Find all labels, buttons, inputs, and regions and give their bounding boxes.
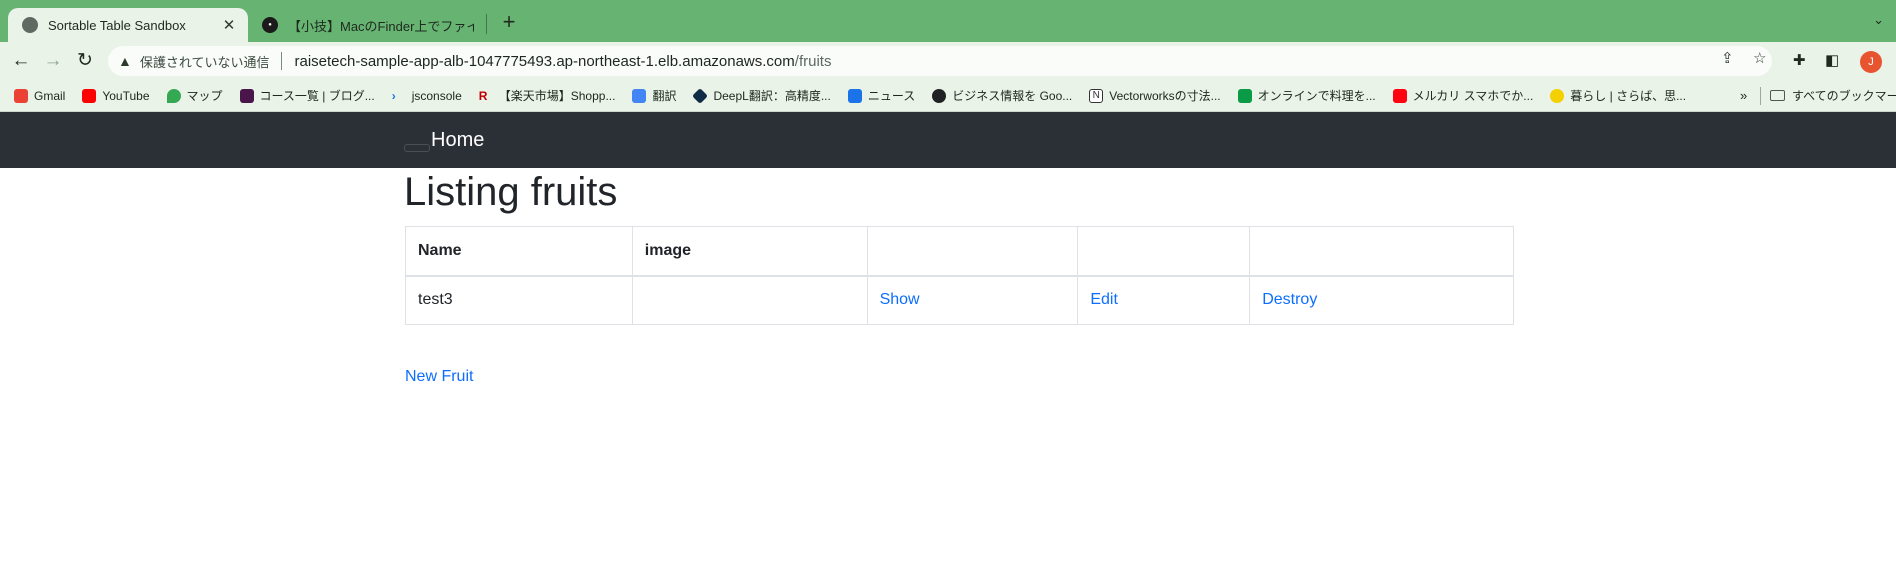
column-header-destroy: [1249, 226, 1514, 277]
tab-strip: Sortable Table Sandbox ✕ ● 【小技】MacのFinde…: [0, 0, 1896, 42]
tab-divider: [486, 14, 487, 34]
edit-link[interactable]: Edit: [1090, 291, 1118, 308]
tab-sortable-table[interactable]: Sortable Table Sandbox ✕: [8, 8, 248, 42]
bookmark-translate[interactable]: 翻訳: [632, 87, 676, 104]
forward-arrow-icon[interactable]: →: [41, 49, 65, 73]
bookmarks-divider: [1760, 87, 1761, 105]
column-header-image: image: [631, 226, 868, 277]
page-title: Listing fruits: [404, 170, 618, 214]
bookmark-news[interactable]: ニュース: [847, 87, 916, 104]
bookmarks-bar: Gmail YouTube マップ コース一覧 | ブログ... › jscons…: [0, 80, 1896, 112]
side-panel-icon[interactable]: ◧: [1825, 51, 1839, 69]
bookmark-google-business[interactable]: ビジネス情報を Goo...: [932, 87, 1072, 104]
warning-triangle-icon[interactable]: ▲: [118, 53, 132, 69]
destroy-cell: Destroy: [1249, 275, 1514, 325]
show-link[interactable]: Show: [880, 291, 920, 308]
bookmark-mercari[interactable]: メルカリ スマホでか...: [1392, 87, 1534, 104]
url-path[interactable]: /fruits: [795, 53, 832, 70]
bookmark-star-icon[interactable]: ☆: [1753, 49, 1766, 67]
globe-icon: [22, 17, 38, 33]
bookmark-rakuten[interactable]: R 【楽天市場】Shopp...: [479, 87, 616, 104]
column-header-name: Name: [405, 226, 633, 277]
table-header-row: Name image: [405, 226, 1514, 277]
url-host[interactable]: raisetech-sample-app-alb-1047775493.ap-n…: [294, 53, 794, 70]
rakuten-icon: R: [478, 88, 488, 103]
all-bookmarks-label: すべてのブックマー: [1792, 89, 1896, 103]
cooking-icon: [1237, 88, 1252, 103]
course-icon: [239, 88, 254, 103]
tab-title: Sortable Table Sandbox: [48, 17, 186, 33]
destroy-link[interactable]: Destroy: [1262, 291, 1317, 308]
site-favicon-icon: ●: [262, 17, 278, 33]
bookmark-label: オンラインで料理を...: [1257, 89, 1376, 103]
bookmark-label: ビジネス情報を Goo...: [952, 89, 1073, 103]
tab-finder-article[interactable]: ● 【小技】MacのFinder上でファイ: [252, 8, 484, 42]
bookmark-deepl[interactable]: DeepL翻訳：高精度...: [692, 87, 831, 104]
bookmark-youtube[interactable]: YouTube: [82, 88, 150, 103]
table-row: test3 Show Edit Destroy: [405, 275, 1514, 325]
address-bar[interactable]: ▲ 保護されていない通信 raisetech-sample-app-alb-10…: [108, 46, 1772, 76]
column-header-show: [866, 226, 1079, 277]
all-bookmarks-folder[interactable]: すべてのブックマー: [1770, 87, 1896, 104]
show-cell: Show: [866, 275, 1079, 325]
address-divider: [281, 52, 283, 70]
fruit-name-cell: test3: [405, 275, 633, 325]
browser-toolbar: ← → ↻ ▲ 保護されていない通信 raisetech-sample-app-…: [0, 42, 1896, 80]
column-header-edit: [1077, 226, 1251, 277]
bookmark-kurashi[interactable]: 暮らし | さらば、思...: [1550, 87, 1686, 104]
edit-cell: Edit: [1077, 275, 1251, 325]
maps-pin-icon: [166, 88, 181, 103]
mercari-icon: [1392, 88, 1407, 103]
gmail-icon: [14, 88, 28, 103]
bookmark-label: DeepL翻訳：高精度...: [713, 89, 831, 103]
bookmark-label: YouTube: [102, 88, 150, 103]
fruit-image-cell: [631, 275, 868, 325]
bookmark-label: メルカリ スマホでか...: [1412, 89, 1534, 103]
news-icon: [847, 88, 862, 103]
tab-search-chevron-icon[interactable]: ⌄: [1873, 12, 1884, 28]
folder-icon: [1770, 90, 1785, 101]
more-bookmarks-chevron-icon[interactable]: »: [1740, 88, 1747, 103]
coin-icon: [1550, 88, 1565, 103]
bookmark-label: Vectorworksの寸法...: [1109, 89, 1221, 103]
navbar-toggler-button[interactable]: [404, 144, 430, 152]
bookmark-gmail[interactable]: Gmail: [14, 88, 66, 103]
notion-icon: N: [1089, 88, 1104, 103]
bookmark-jsconsole[interactable]: › jsconsole: [392, 89, 462, 103]
app-navbar: Home: [0, 112, 1896, 168]
globe-icon: [932, 88, 947, 103]
translate-icon: [632, 88, 647, 103]
nav-home-link[interactable]: Home: [431, 129, 484, 152]
new-tab-plus-icon[interactable]: +: [496, 10, 522, 36]
fruits-table: Name image test3 Show Edit Destroy: [405, 226, 1514, 325]
deepl-icon: [692, 87, 709, 104]
bookmark-vectorworks[interactable]: N Vectorworksの寸法...: [1089, 87, 1221, 104]
bookmark-cooking[interactable]: オンラインで料理を...: [1237, 87, 1376, 104]
bookmark-course-list[interactable]: コース一覧 | ブログ...: [239, 87, 375, 104]
youtube-icon: [82, 88, 97, 103]
new-fruit-link[interactable]: New Fruit: [405, 368, 473, 386]
bookmark-maps[interactable]: マップ: [166, 87, 223, 104]
back-arrow-icon[interactable]: ←: [9, 49, 33, 73]
security-label[interactable]: 保護されていない通信: [140, 52, 270, 71]
extensions-puzzle-icon[interactable]: ✚: [1793, 51, 1806, 69]
tab-title: 【小技】MacのFinder上でファイ: [288, 18, 474, 34]
close-icon[interactable]: ✕: [220, 16, 238, 34]
bookmark-label: 翻訳: [652, 89, 677, 103]
share-icon[interactable]: ⇪: [1721, 49, 1734, 67]
profile-avatar[interactable]: J: [1860, 51, 1882, 73]
bookmark-label: 暮らし | さらば、思...: [1570, 89, 1687, 103]
chevron-right-icon: ›: [391, 88, 396, 103]
bookmark-label: コース一覧 | ブログ...: [259, 89, 375, 103]
bookmark-label: 【楽天市場】Shopp...: [498, 89, 616, 103]
bookmark-label: マップ: [186, 89, 223, 103]
bookmark-label: ニュース: [867, 89, 916, 103]
bookmark-label: Gmail: [34, 88, 66, 103]
bookmark-label: jsconsole: [411, 88, 462, 103]
reload-icon[interactable]: ↻: [73, 49, 97, 73]
